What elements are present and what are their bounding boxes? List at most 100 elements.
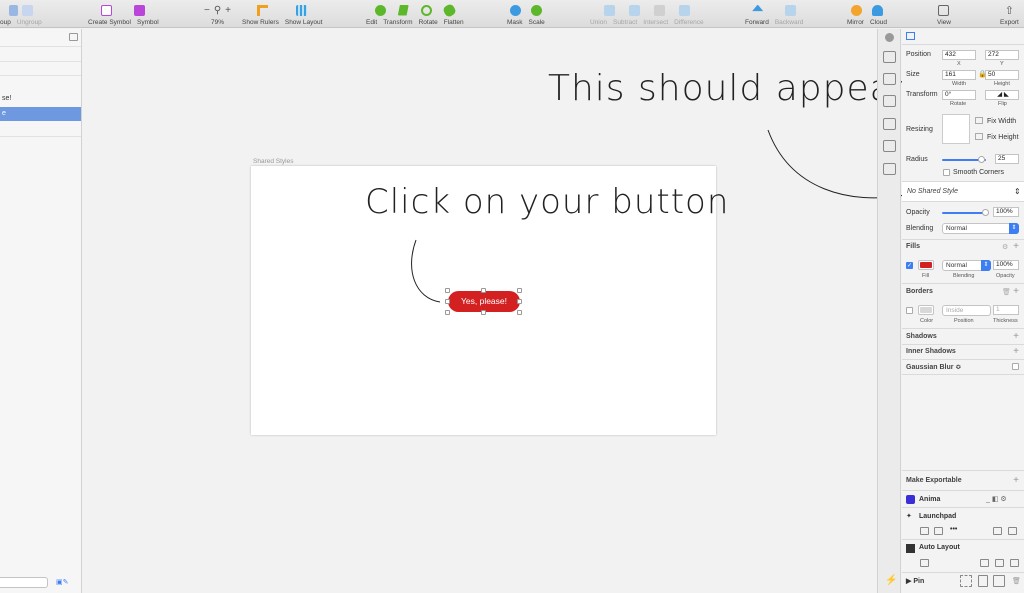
width-field[interactable]: 161 [942, 70, 976, 80]
add-shadow-button[interactable]: + [1013, 332, 1019, 342]
resize-handle[interactable] [517, 288, 522, 293]
resize-handle[interactable] [517, 299, 522, 304]
auto-layout-icon[interactable] [1010, 559, 1019, 567]
launchpad-icon[interactable] [934, 527, 943, 535]
launchpad-tool-icon[interactable] [1008, 527, 1017, 535]
plugin-icon[interactable] [885, 33, 894, 42]
height-field[interactable]: 50 [985, 70, 1019, 80]
launchpad-window-icon[interactable] [993, 527, 1002, 535]
fill-enabled-checkbox[interactable]: ✓ [906, 262, 913, 269]
arrow-to-button [411, 239, 441, 303]
pin-horizontal-icon[interactable] [993, 575, 1005, 587]
stack-icon[interactable] [883, 73, 896, 85]
add-image-icon[interactable] [883, 163, 896, 175]
border-color-swatch[interactable] [918, 305, 934, 315]
launchpad-icon[interactable] [920, 527, 929, 535]
shared-style-select[interactable]: No Shared Style [907, 188, 958, 195]
radius-label: Radius [906, 156, 928, 163]
divider [902, 44, 1024, 45]
auto-layout-icon[interactable] [920, 559, 929, 567]
divider [902, 201, 1024, 202]
divider [902, 572, 1024, 573]
fix-width-button[interactable]: Fix Width [987, 118, 1016, 125]
shared-style-chevron-icon[interactable]: ⇕ [1014, 187, 1021, 196]
borders-section-title: Borders [906, 288, 933, 295]
pin-title[interactable]: ▶ Pin [906, 577, 924, 585]
lightning-icon[interactable]: ⚡ [885, 575, 897, 586]
fill-opacity-field[interactable]: 100% [993, 260, 1019, 270]
position-y-field[interactable]: 272 [985, 50, 1019, 60]
pin-trash-icon[interactable]: 🗑 [1012, 577, 1021, 585]
rotate-sublabel: Rotate [950, 101, 967, 107]
inspector-panel: Position 432 272 X Y Size 161 🔒 50 Width… [902, 29, 1024, 593]
auto-layout-title: Auto Layout [919, 544, 960, 551]
smooth-corners-label: Smooth Corners [953, 169, 1004, 176]
height-sublabel: Height [994, 81, 1010, 87]
fix-width-icon[interactable] [975, 117, 983, 124]
opacity-slider-knob[interactable] [982, 209, 989, 216]
divider [902, 490, 1024, 491]
make-exportable-button[interactable]: + [1013, 476, 1019, 486]
border-thickness-field[interactable]: 1 [993, 305, 1019, 315]
border-enabled-checkbox[interactable] [906, 307, 913, 314]
opacity-field[interactable]: 100% [993, 207, 1019, 217]
more-icon[interactable]: ••• [950, 526, 957, 533]
upload-icon[interactable] [883, 51, 896, 63]
grid-icon[interactable] [883, 118, 896, 130]
blending-select[interactable]: Normal ⇕ [942, 223, 1019, 234]
fills-section-title: Fills [906, 243, 921, 250]
add-border-button[interactable]: + [1013, 287, 1019, 297]
position-x-field[interactable]: 432 [942, 50, 976, 60]
trash-icon[interactable]: 🗑 [1002, 288, 1011, 296]
rotate-field[interactable]: 0° [942, 90, 976, 100]
chevron-updown-icon: ⇕ [981, 260, 991, 271]
thickness-sublabel: Thickness [993, 318, 1018, 324]
fill-color-swatch[interactable] [918, 260, 934, 270]
border-position-select[interactable]: Inside [942, 305, 991, 316]
size-label: Size [906, 71, 920, 78]
divider [902, 239, 1024, 240]
resize-handle[interactable] [517, 310, 522, 315]
resize-icon[interactable] [883, 140, 896, 152]
gaussian-blur-select[interactable]: Gaussian Blur ≎ [906, 363, 961, 371]
anima-title: Anima [919, 496, 941, 503]
resize-handle[interactable] [445, 299, 450, 304]
selected-button-layer[interactable]: Yes, please! [448, 291, 520, 312]
fill-sublabel: Fill [922, 273, 930, 279]
resizing-label: Resizing [906, 126, 933, 133]
fill-blend-value: Normal [946, 262, 967, 269]
pin-vertical-icon[interactable] [978, 575, 988, 587]
auto-layout-icon[interactable] [980, 559, 989, 567]
launchpad-title: Launchpad [919, 513, 957, 520]
resize-handle[interactable] [445, 310, 450, 315]
resize-handle[interactable] [481, 310, 486, 315]
opacity-slider[interactable] [942, 212, 986, 214]
resizing-widget[interactable] [942, 114, 970, 144]
divider [902, 470, 1024, 471]
fix-height-icon[interactable] [975, 133, 983, 140]
list-icon[interactable] [883, 95, 896, 107]
x-sublabel: X [957, 61, 961, 67]
distribute-v-icon[interactable] [906, 32, 915, 40]
flip-sublabel: Flip [998, 101, 1007, 107]
resize-handle[interactable] [445, 288, 450, 293]
fills-settings-icon[interactable]: ⚙ [1002, 243, 1008, 251]
anima-toolbar-icons[interactable]: _ ◧ ⚙ [986, 495, 1007, 503]
divider [902, 283, 1024, 284]
flip-buttons[interactable]: ◢ ◣ [985, 90, 1019, 100]
rocket-icon: ✦ [906, 513, 912, 520]
gaussian-blur-checkbox[interactable] [1012, 363, 1019, 370]
add-fill-button[interactable]: + [1013, 242, 1019, 252]
make-exportable-title: Make Exportable [906, 477, 962, 484]
fill-blend-select[interactable]: Normal ⇕ [942, 260, 991, 271]
border-position-value: Inside [946, 307, 964, 314]
resize-handle[interactable] [481, 288, 486, 293]
radius-field[interactable]: 25 [995, 154, 1019, 164]
smooth-corners-checkbox[interactable] [943, 169, 950, 176]
add-inner-shadow-button[interactable]: + [1013, 347, 1019, 357]
radius-slider-knob[interactable] [977, 156, 985, 163]
auto-layout-icon[interactable] [995, 559, 1004, 567]
fix-height-button[interactable]: Fix Height [987, 134, 1019, 141]
divider [902, 539, 1024, 540]
pin-all-icon[interactable] [960, 575, 972, 587]
